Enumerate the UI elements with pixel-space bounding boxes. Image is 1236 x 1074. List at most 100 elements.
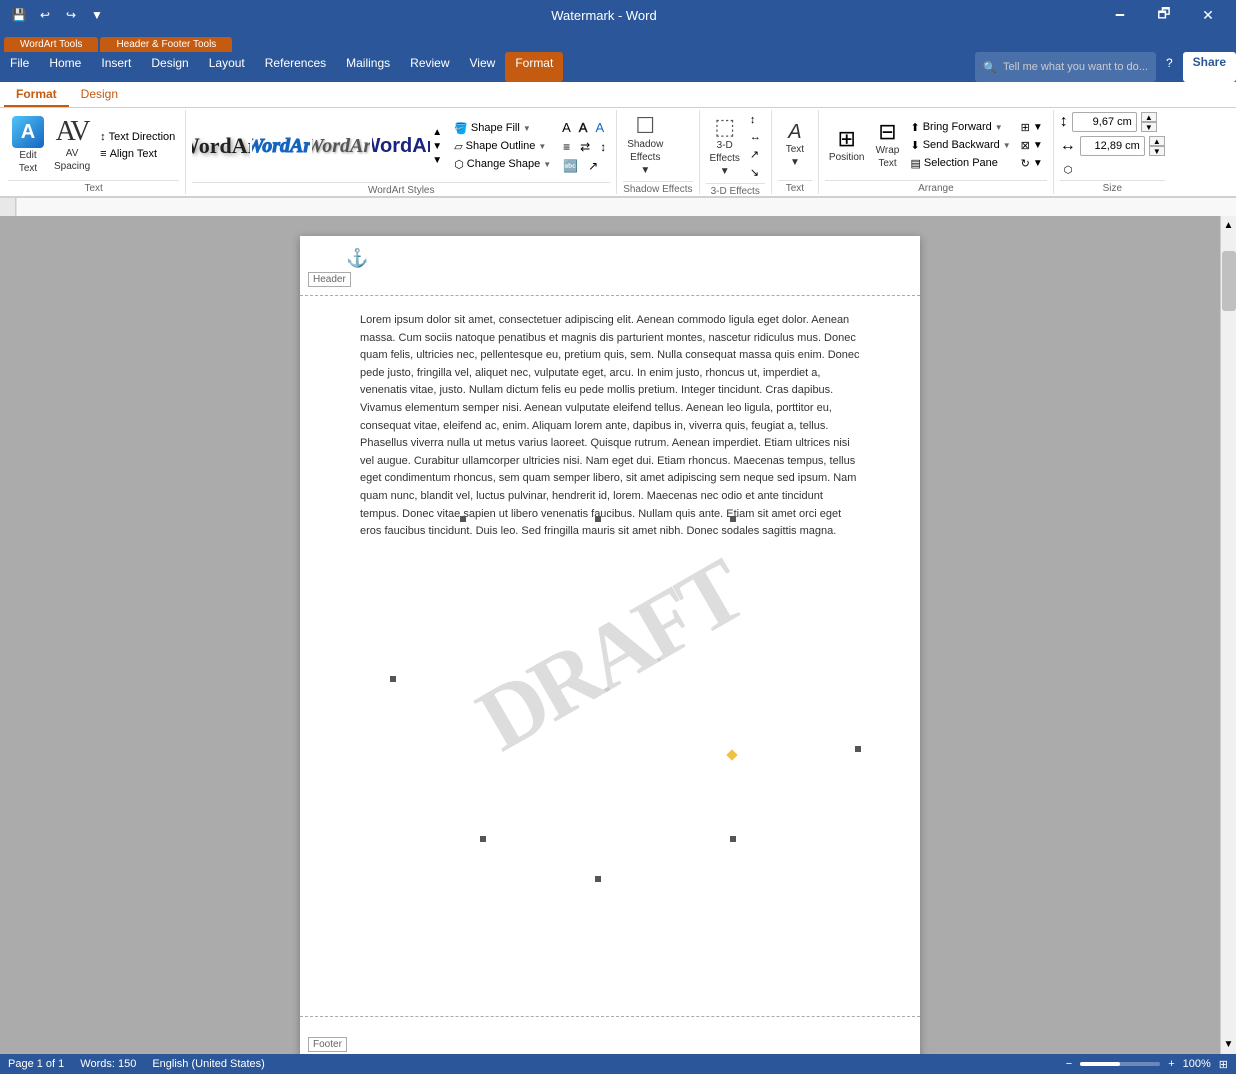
bring-forward-button[interactable]: ⬆ Bring Forward ▼ xyxy=(906,119,1014,136)
shape-outline-button[interactable]: ▱ Shape Outline ▼ xyxy=(450,138,555,155)
3d-btn1[interactable]: ↕ xyxy=(746,112,765,128)
menu-insert[interactable]: Insert xyxy=(91,52,141,82)
zoom-in-btn[interactable]: + xyxy=(1168,1058,1174,1070)
gallery-dropdown[interactable]: ▼ xyxy=(430,140,444,153)
text-style-btn5[interactable]: ↗ xyxy=(584,157,602,175)
text-outline-button[interactable]: A xyxy=(576,118,591,137)
ribbon-group-shadow: ☐ Shadow Effects ▼ Shadow Effects xyxy=(617,110,699,194)
edit-text-button[interactable]: A Edit Text xyxy=(8,113,48,177)
wordart-style-4[interactable]: WordArt xyxy=(372,120,430,172)
shadow-effects-button[interactable]: ☐ Shadow Effects ▼ xyxy=(623,112,667,179)
height-input[interactable] xyxy=(1072,112,1137,132)
send-backward-button[interactable]: ⬇ Send Backward ▼ xyxy=(906,137,1014,154)
ribbon-tabs-row: Format Design xyxy=(0,82,1236,108)
shadow-effects-label: Shadow Effects xyxy=(623,181,692,195)
3d-btn4[interactable]: ↘ xyxy=(746,164,765,181)
width-input[interactable] xyxy=(1080,136,1145,156)
title-bar: 💾 ↩ ↪ ▼ Watermark - Word 🗕 🗗 ✕ xyxy=(0,0,1236,30)
selection-pane-button[interactable]: ▤ Selection Pane xyxy=(906,155,1014,172)
wordart-styles-label: WordArt Styles xyxy=(192,182,610,196)
close-button[interactable]: ✕ xyxy=(1188,0,1228,30)
text-style-btn2[interactable]: ⇄ xyxy=(576,138,594,156)
width-spinners: ▲ ▼ xyxy=(1149,136,1165,156)
menu-home[interactable]: Home xyxy=(39,52,91,82)
menu-mailings[interactable]: Mailings xyxy=(336,52,400,82)
width-spin-up[interactable]: ▲ xyxy=(1149,136,1165,146)
help-button[interactable]: ? xyxy=(1156,52,1183,82)
menu-review[interactable]: Review xyxy=(400,52,459,82)
minimize-button[interactable]: 🗕 xyxy=(1100,0,1140,30)
text-dropdown-button[interactable]: A Text ▼ xyxy=(778,119,812,171)
width-spin-down[interactable]: ▼ xyxy=(1149,146,1165,156)
shape-fill-dropdown[interactable]: ▼ xyxy=(523,124,531,133)
handle-bot-left[interactable] xyxy=(480,836,486,842)
align-button[interactable]: ⊞ ▼ xyxy=(1017,119,1047,136)
undo-button[interactable]: ↩ xyxy=(34,4,56,26)
redo-button[interactable]: ↪ xyxy=(60,4,82,26)
height-spin-down[interactable]: ▼ xyxy=(1141,122,1157,132)
tab-format[interactable]: Format xyxy=(4,82,69,107)
gallery-scroll: ▲ ▼ ▼ xyxy=(430,126,444,167)
wordart-style-3[interactable]: WordArt xyxy=(312,120,370,172)
text-style-btn4[interactable]: 🔤 xyxy=(559,157,582,175)
scroll-up[interactable]: ▲ xyxy=(1220,216,1236,235)
save-button[interactable]: 💾 xyxy=(8,4,30,26)
av-spacing-button[interactable]: AV AV Spacing xyxy=(50,115,94,175)
wordart-style-2[interactable]: WordArt xyxy=(252,120,310,172)
3d-extra-buttons: ↕ ↔ ↗ ↘ xyxy=(746,112,765,181)
change-shape-dropdown[interactable]: ▼ xyxy=(543,160,551,169)
handle-top-right[interactable] xyxy=(730,516,736,522)
rotate-button[interactable]: ↻ ▼ xyxy=(1017,155,1047,172)
send-backward-dropdown[interactable]: ▼ xyxy=(1003,141,1011,150)
gallery-more[interactable]: ▼ xyxy=(430,154,444,167)
handle-bot-right[interactable] xyxy=(730,836,736,842)
wordart-styles-content: WordArt WordArt WordArt WordArt ▲ ▼ ▼ xyxy=(192,112,610,180)
text-fill-button[interactable]: A xyxy=(559,118,574,137)
header-footer-tools-label[interactable]: Header & Footer Tools xyxy=(100,37,232,52)
window-controls: 🗕 🗗 ✕ xyxy=(1100,0,1228,30)
change-shape-icon: ⬡ xyxy=(454,158,464,171)
shape-outline-dropdown[interactable]: ▼ xyxy=(538,142,546,151)
rotation-handle[interactable] xyxy=(726,749,737,760)
restore-button[interactable]: 🗗 xyxy=(1144,0,1184,30)
menu-layout[interactable]: Layout xyxy=(199,52,255,82)
align-text-button[interactable]: ≡ Align Text xyxy=(96,146,179,162)
text-effects-button[interactable]: A xyxy=(592,118,607,137)
share-button[interactable]: Share xyxy=(1183,52,1236,82)
group-button[interactable]: ⊠ ▼ xyxy=(1017,137,1047,154)
3d-btn3[interactable]: ↗ xyxy=(746,146,765,163)
wordart-style-1[interactable]: WordArt xyxy=(192,120,250,172)
size-expand-button[interactable]: ⬡ xyxy=(1060,163,1077,178)
bring-forward-dropdown[interactable]: ▼ xyxy=(995,123,1003,132)
size-label: Size xyxy=(1060,180,1165,194)
zoom-out-btn[interactable]: − xyxy=(1066,1058,1072,1070)
search-box[interactable]: 🔍 Tell me what you want to do... xyxy=(975,52,1156,82)
height-spin-up[interactable]: ▲ xyxy=(1141,112,1157,122)
tab-design[interactable]: Design xyxy=(69,82,130,107)
3d-btn2[interactable]: ↔ xyxy=(746,129,765,145)
position-button[interactable]: ⊞ Position xyxy=(825,125,869,166)
shape-fill-button[interactable]: 🪣 Shape Fill ▼ xyxy=(450,120,555,137)
gallery-up[interactable]: ▲ xyxy=(430,126,444,139)
scroll-thumb[interactable] xyxy=(1222,251,1236,311)
menu-design[interactable]: Design xyxy=(141,52,198,82)
3d-effects-button[interactable]: ⬚ 3-D Effects ▼ xyxy=(706,113,744,180)
width-input-row: ↔ ▲ ▼ xyxy=(1060,136,1165,156)
wrap-text-button[interactable]: ⊟ Wrap Text xyxy=(870,118,904,172)
handle-bot-center[interactable] xyxy=(595,876,601,882)
zoom-slider[interactable] xyxy=(1080,1062,1160,1066)
text-direction-button[interactable]: ↕ Text Direction xyxy=(96,129,179,145)
menu-references[interactable]: References xyxy=(255,52,336,82)
change-shape-button[interactable]: ⬡ Change Shape ▼ xyxy=(450,156,555,173)
text-style-btn1[interactable]: ≡ xyxy=(559,138,574,156)
menu-file[interactable]: File xyxy=(0,52,39,82)
text-style-btn3[interactable]: ↕ xyxy=(596,138,610,156)
customize-button[interactable]: ▼ xyxy=(86,4,108,26)
wordart-tools-label[interactable]: WordArt Tools xyxy=(4,37,98,52)
handle-mid-right[interactable] xyxy=(855,746,861,752)
handle-top-left[interactable] xyxy=(460,516,466,522)
menu-format[interactable]: Format xyxy=(505,52,563,82)
handle-mid-left[interactable] xyxy=(390,676,396,682)
menu-view[interactable]: View xyxy=(460,52,506,82)
handle-top-center[interactable] xyxy=(595,516,601,522)
